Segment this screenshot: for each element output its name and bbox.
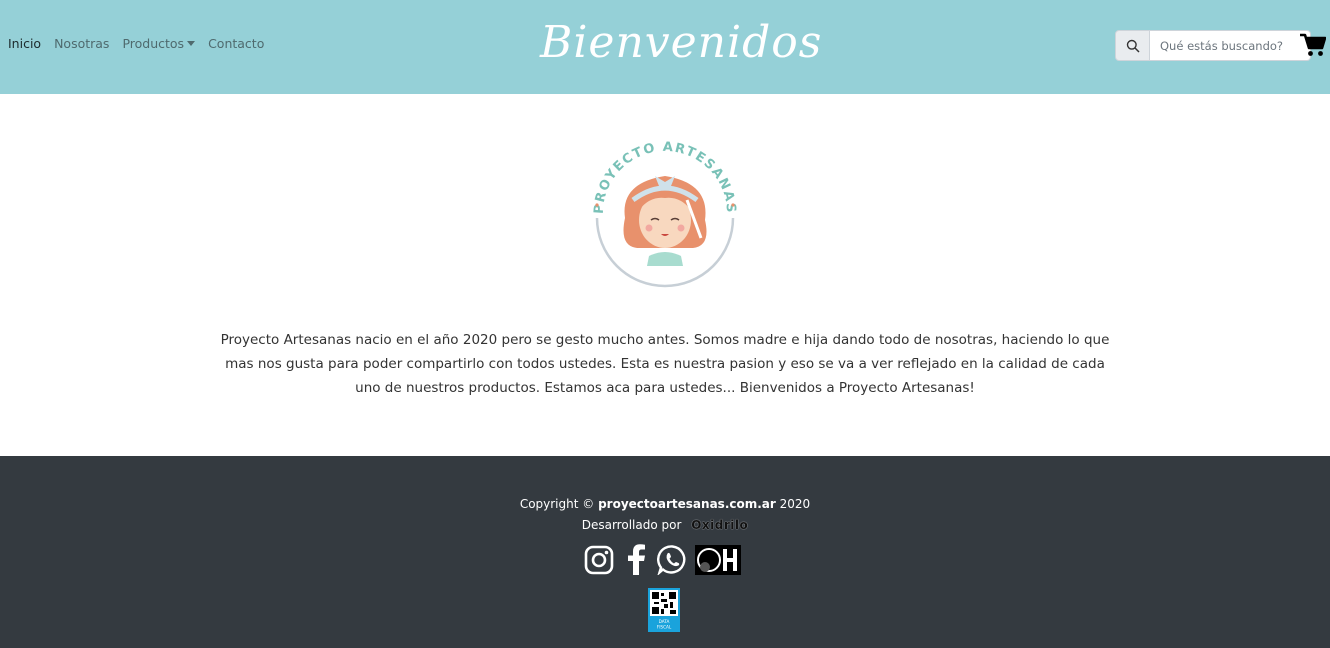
svg-text:DATA: DATA — [659, 619, 670, 624]
nav-item-nosotras[interactable]: Nosotras — [54, 36, 109, 51]
nav-item-contacto[interactable]: Contacto — [208, 36, 264, 51]
nav-item-inicio[interactable]: Inicio — [8, 36, 41, 51]
oxidrilo-link[interactable] — [694, 544, 741, 575]
copyright-prefix: Copyright © — [519, 497, 595, 511]
developer-credit: Desarrollado por Oxidrilo — [0, 518, 1330, 532]
shopping-cart-icon — [1300, 33, 1327, 56]
whatsapp-icon — [657, 545, 686, 575]
search-button[interactable] — [1115, 30, 1150, 61]
cart-button[interactable] — [1300, 33, 1327, 61]
search-icon — [1126, 39, 1140, 53]
proyecto-artesanas-logo: PROYECTO ARTESANAS — [585, 138, 745, 288]
whatsapp-link[interactable] — [657, 544, 688, 575]
navbar: Inicio Nosotras Productos Contacto Bienv… — [0, 0, 1330, 94]
search-group — [1115, 30, 1311, 61]
qr-code-icon: DATA FISCAL — [650, 590, 678, 630]
oxidrilo-logo[interactable]: Oxidrilo — [691, 518, 748, 532]
instagram-icon — [584, 545, 613, 574]
nav-links: Inicio Nosotras Productos Contacto — [8, 36, 264, 51]
copyright-year: 2020 — [779, 497, 811, 511]
data-fiscal-qr[interactable]: DATA FISCAL — [648, 588, 680, 632]
copyright: Copyright © proyectoartesanas.com.ar 202… — [0, 497, 1330, 511]
facebook-icon — [627, 544, 645, 575]
about-text: Proyecto Artesanas nacio en el año 2020 … — [220, 331, 1110, 396]
social-links — [583, 544, 741, 575]
dev-label: Desarrollado por — [581, 518, 682, 532]
copyright-site-link[interactable]: proyectoartesanas.com.ar — [598, 497, 776, 511]
facebook-link[interactable] — [620, 544, 651, 575]
search-input[interactable] — [1150, 30, 1311, 61]
nav-item-productos[interactable]: Productos — [122, 36, 196, 51]
instagram-link[interactable] — [583, 544, 614, 575]
footer: Copyright © proyectoartesanas.com.ar 202… — [0, 456, 1330, 648]
navbar-brand[interactable]: Bienvenidos — [540, 8, 821, 78]
nav-item-productos-label: Productos — [122, 36, 185, 51]
caret-down-icon — [187, 41, 196, 46]
oxidrilo-icon — [694, 544, 741, 575]
svg-text:FISCAL: FISCAL — [657, 625, 672, 630]
